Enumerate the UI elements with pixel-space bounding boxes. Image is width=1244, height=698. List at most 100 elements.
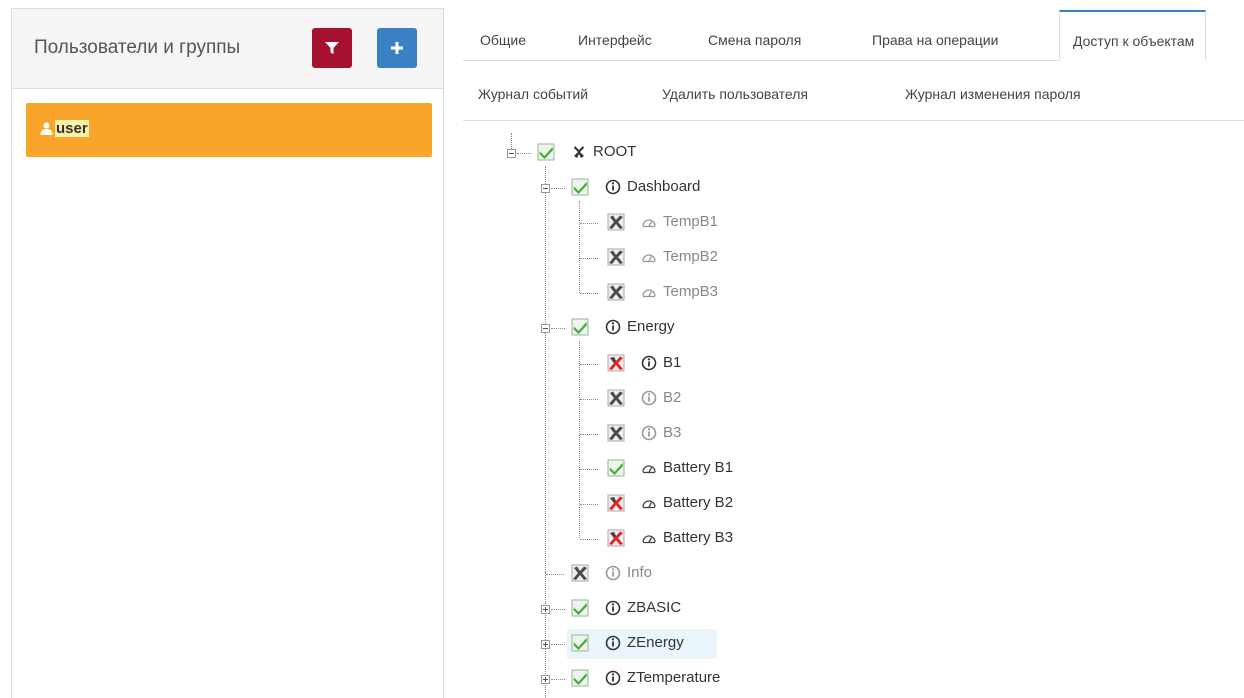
tree-node-label: Energy	[627, 318, 675, 335]
tree-connector	[580, 293, 598, 294]
inherited-deny-checkbox-icon[interactable]	[571, 564, 589, 582]
tree-node-b2[interactable]: B2	[607, 389, 767, 413]
tree-node-b1[interactable]: B1	[607, 354, 767, 378]
inherited-deny-checkbox-icon[interactable]	[607, 424, 625, 442]
tree-node-tempb3[interactable]: TempB3	[607, 283, 767, 307]
tree-connector	[579, 341, 580, 538]
tab-object-access[interactable]: Доступ к объектам	[1059, 10, 1207, 61]
tree-connector	[580, 223, 598, 224]
tree-connector	[551, 644, 565, 645]
inherited-deny-checkbox-icon[interactable]	[607, 213, 625, 231]
filter-button[interactable]	[312, 28, 352, 68]
checked-checkbox-icon[interactable]	[571, 318, 589, 336]
tabs-row-1: Общие Интерфейс Смена пароля Права на оп…	[463, 10, 1244, 61]
tree-node-energy[interactable]: Energy	[571, 318, 731, 342]
inherited-deny-checkbox-icon[interactable]	[607, 248, 625, 266]
tab-change-password[interactable]: Смена пароля	[708, 32, 801, 48]
tree-connector	[545, 166, 546, 572]
info-icon	[641, 355, 657, 371]
tree-node-root[interactable]: ROOT	[537, 143, 697, 167]
tree-node-b3[interactable]: B3	[607, 424, 767, 448]
tree-node-label: B1	[663, 354, 682, 371]
denied-checkbox-icon[interactable]	[607, 354, 625, 372]
tree-node-label: ZEnergy	[627, 634, 684, 651]
tree-connector	[551, 188, 565, 189]
checked-checkbox-icon[interactable]	[571, 178, 589, 196]
tree-node-label: Battery B2	[663, 494, 734, 511]
checked-checkbox-icon[interactable]	[607, 459, 625, 477]
tree-node-ztemperature[interactable]: ZTemperature	[571, 669, 751, 693]
info-icon	[641, 425, 657, 441]
tree-connector	[551, 328, 565, 329]
info-icon	[605, 319, 621, 335]
tab-operation-rights[interactable]: Права на операции	[872, 32, 998, 48]
tabs-divider	[463, 60, 1059, 61]
tree-connector	[517, 153, 531, 154]
gauge-icon	[641, 215, 657, 231]
checked-checkbox-icon[interactable]	[571, 634, 589, 652]
inherited-deny-checkbox-icon[interactable]	[607, 389, 625, 407]
checked-checkbox-icon[interactable]	[571, 599, 589, 617]
info-icon	[605, 565, 621, 581]
tree-node-label: TempB3	[663, 283, 719, 300]
tree-node-battery-b3[interactable]: Battery B3	[607, 529, 767, 553]
tree-node-label: Battery B3	[663, 529, 734, 546]
tree-node-label: ZBASIC	[627, 599, 682, 616]
tree-node-zbasic[interactable]: ZBASIC	[571, 599, 731, 623]
info-icon	[641, 390, 657, 406]
tree-connector	[546, 574, 564, 575]
users-groups-panel: Пользователи и группы user	[11, 8, 444, 698]
checked-checkbox-icon[interactable]	[537, 143, 555, 161]
tree-node-battery-b1[interactable]: Battery B1	[607, 459, 767, 483]
tree-node-info[interactable]: Info	[571, 564, 731, 588]
info-icon	[605, 670, 621, 686]
expand-toggle[interactable]	[541, 675, 550, 684]
expand-toggle[interactable]	[541, 605, 550, 614]
checked-checkbox-icon[interactable]	[571, 669, 589, 687]
tree-node-label: B2	[663, 389, 682, 406]
tree-connector	[580, 539, 598, 540]
collapse-toggle[interactable]	[507, 149, 516, 158]
object-access-tree: ROOT Dashboard TempB1 TempB2 TempB3 Ener…	[463, 121, 1244, 698]
tree-node-tempb2[interactable]: TempB2	[607, 248, 767, 272]
root-icon	[571, 144, 587, 160]
tree-connector	[580, 434, 598, 435]
users-panel-header: Пользователи и группы	[12, 9, 443, 89]
tree-node-zenergy[interactable]: ZEnergy	[571, 634, 731, 658]
info-icon	[605, 600, 621, 616]
tree-node-label: Info	[627, 564, 653, 581]
tree-node-battery-b2[interactable]: Battery B2	[607, 494, 767, 518]
tree-connector	[580, 258, 598, 259]
tab-password-change-log[interactable]: Журнал изменения пароля	[905, 86, 1081, 102]
gauge-icon	[641, 531, 657, 547]
denied-checkbox-icon[interactable]	[607, 494, 625, 512]
gauge-icon	[641, 461, 657, 477]
plus-icon	[391, 42, 403, 54]
tree-connector	[580, 399, 598, 400]
user-list-item[interactable]: user	[26, 103, 432, 157]
inherited-deny-checkbox-icon[interactable]	[607, 283, 625, 301]
collapse-toggle[interactable]	[541, 324, 550, 333]
tab-event-log[interactable]: Журнал событий	[478, 86, 588, 102]
tree-connector	[580, 504, 598, 505]
collapse-toggle[interactable]	[541, 184, 550, 193]
tree-node-label: B3	[663, 424, 682, 441]
user-icon	[40, 122, 53, 135]
tree-node-dashboard[interactable]: Dashboard	[571, 178, 731, 202]
expand-toggle[interactable]	[541, 640, 550, 649]
tree-node-label: Dashboard	[627, 178, 701, 195]
info-icon	[605, 635, 621, 651]
tree-connector	[579, 201, 580, 293]
tree-connector	[580, 364, 598, 365]
tab-interface[interactable]: Интерфейс	[578, 32, 652, 48]
denied-checkbox-icon[interactable]	[607, 529, 625, 547]
tab-delete-user[interactable]: Удалить пользователя	[662, 86, 808, 102]
add-user-button[interactable]	[377, 28, 417, 68]
tab-general[interactable]: Общие	[480, 32, 526, 48]
tree-node-tempb1[interactable]: TempB1	[607, 213, 767, 237]
info-icon	[605, 179, 621, 195]
tree-connector	[580, 469, 598, 470]
tree-node-label: Battery B1	[663, 459, 734, 476]
tree-node-label: ROOT	[593, 143, 637, 160]
users-panel-title: Пользователи и группы	[34, 37, 241, 58]
